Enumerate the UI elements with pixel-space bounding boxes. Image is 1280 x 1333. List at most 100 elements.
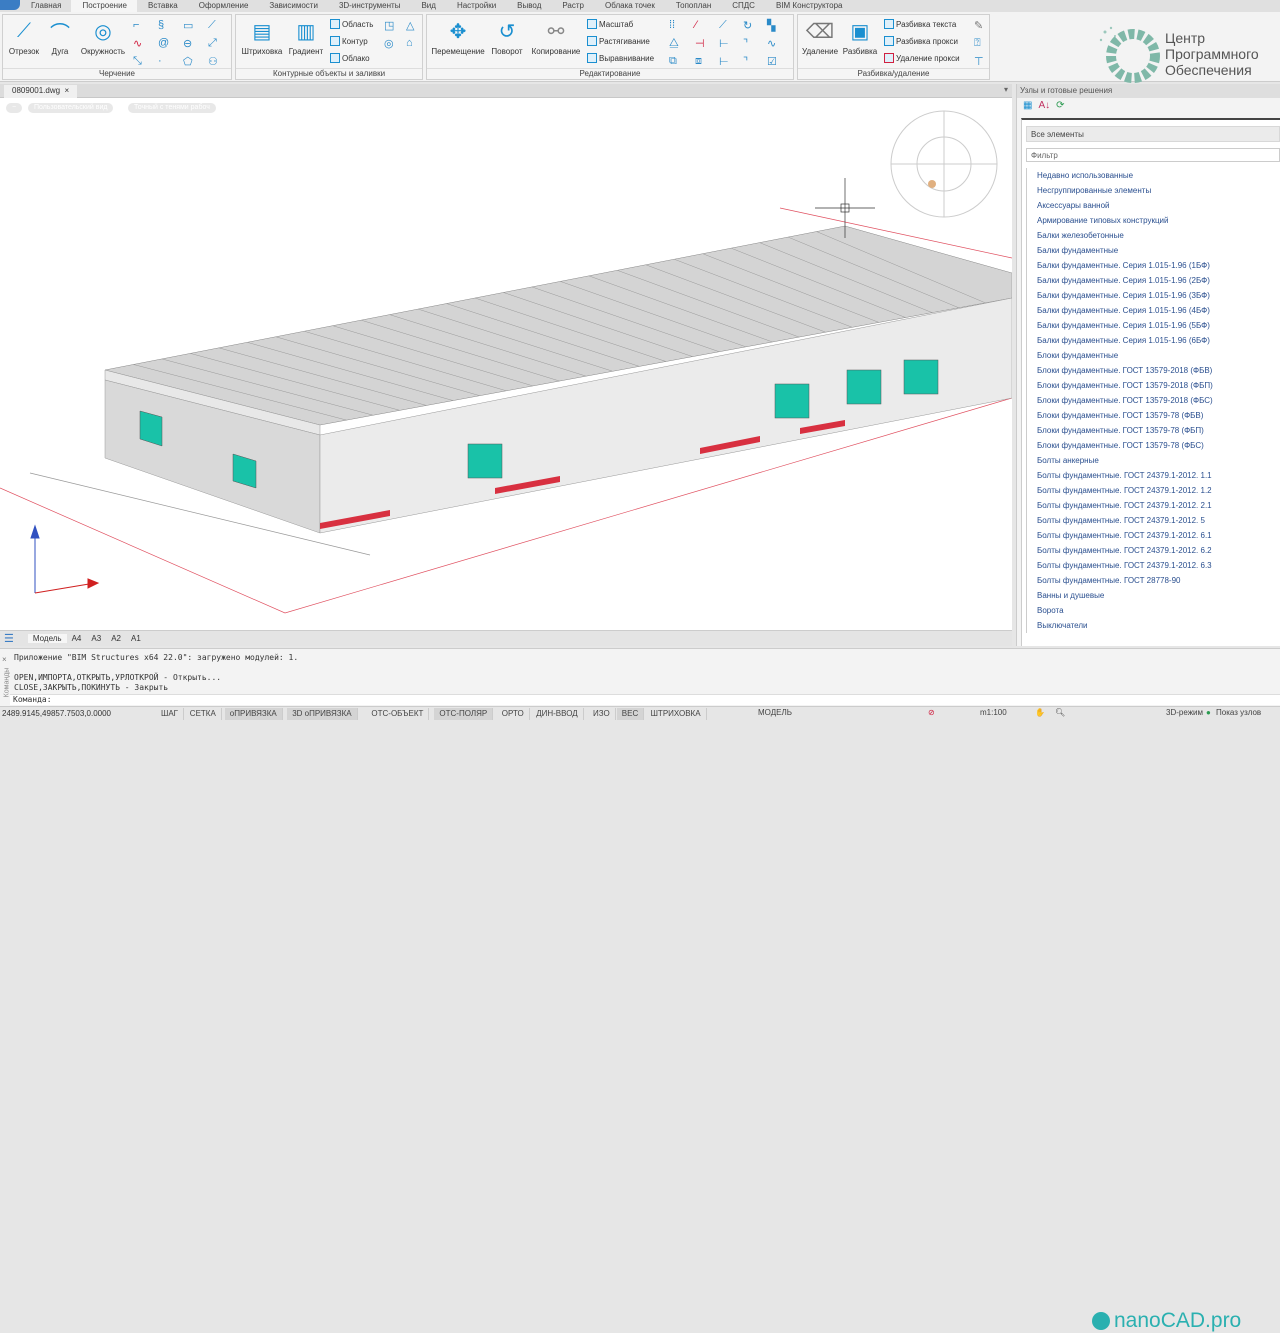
view-selector[interactable]: Пользовательский вид (28, 103, 114, 113)
list-item[interactable]: Блоки фундаментные. ГОСТ 13579-2018 (ФБВ… (1037, 363, 1280, 378)
ray-icon[interactable]: ⟋ (208, 19, 216, 32)
triangle-icon[interactable]: △ (406, 19, 414, 32)
tab-settings[interactable]: Настройки (446, 0, 506, 12)
list-item[interactable]: Болты фундаментные. ГОСТ 24379.1-2012. 6… (1037, 543, 1280, 558)
donut-icon[interactable]: ◎ (384, 37, 394, 50)
point-icon[interactable]: · (158, 55, 162, 67)
list-item[interactable]: Балки фундаментные (1037, 243, 1280, 258)
segment-button[interactable]: ⟋ Отрезок (7, 19, 41, 57)
list-item[interactable]: Балки фундаментные. Серия 1.015-1.96 (2Б… (1037, 273, 1280, 288)
list-item[interactable]: Блоки фундаментные. ГОСТ 13579-78 (ФБС) (1037, 438, 1280, 453)
filter-input[interactable]: Фильтр (1026, 148, 1280, 162)
mirror-icon[interactable]: ⧋ (669, 37, 679, 50)
grid-view-icon[interactable]: ▦ (1023, 100, 1032, 112)
pan-icon[interactable]: ✋ (1035, 708, 1045, 717)
status-toggle-1[interactable]: СЕТКА (185, 708, 222, 720)
list-item[interactable]: Ванны и душевые (1037, 588, 1280, 603)
sort-az-icon[interactable]: A↓ (1038, 100, 1050, 112)
tab-a1[interactable]: A1 (126, 634, 146, 643)
document-tab[interactable]: 0809001.dwg × (4, 85, 78, 98)
drawing-viewport[interactable]: − Пользовательский вид Точный с тенями р… (0, 98, 1012, 630)
delete-button[interactable]: ⌫ Удаление (800, 19, 840, 57)
status-toggle-0[interactable]: ШАГ (156, 708, 184, 720)
chamfer-icon[interactable]: ⊢ (719, 55, 729, 68)
zoom-icon[interactable]: 🔍︎ (1055, 708, 1065, 717)
list-item[interactable]: Болты фундаментные. ГОСТ 24379.1-2012. 5 (1037, 513, 1280, 528)
status-toggle-10[interactable]: ШТРИХОВКА (646, 708, 707, 720)
contour-button[interactable]: Контур (330, 36, 368, 46)
tab-constraints[interactable]: Зависимости (258, 0, 328, 12)
tab-format[interactable]: Оформление (188, 0, 259, 12)
list-item[interactable]: Выключатели (1037, 618, 1280, 633)
viewport-menu[interactable]: − (6, 103, 23, 113)
delete-proxy-button[interactable]: Удаление прокси (884, 53, 960, 63)
tab-model[interactable]: Модель (27, 634, 67, 643)
circle-button[interactable]: ◎ Окружность (77, 19, 129, 57)
cloud-button[interactable]: Облако (330, 53, 370, 63)
explode-button[interactable]: ▣ Разбивка (840, 19, 880, 57)
hatch-button[interactable]: ▤ Штриховка (240, 19, 284, 57)
tab-point-clouds[interactable]: Облака точек (594, 0, 665, 12)
list-item[interactable]: Балки фундаментные. Серия 1.015-1.96 (4Б… (1037, 303, 1280, 318)
list-item[interactable]: Балки фундаментные. Серия 1.015-1.96 (3Б… (1037, 288, 1280, 303)
spline-icon[interactable]: ∿ (133, 37, 142, 50)
rotate-button[interactable]: ↺ Поворот (487, 19, 527, 57)
polygon-icon[interactable]: ⬠ (183, 55, 193, 68)
status-toggle-5[interactable]: ОТС-ПОЛЯР (434, 708, 494, 720)
status-toggle-9[interactable]: ВЕС (616, 708, 645, 720)
tab-view[interactable]: Вид (410, 0, 445, 12)
list-item[interactable]: Болты фундаментные. ГОСТ 24379.1-2012. 2… (1037, 498, 1280, 513)
tab-bim[interactable]: BIM Конструктора (765, 0, 853, 12)
ellipse-icon[interactable]: ⊖ (183, 37, 192, 50)
join-icon[interactable]: ⧈ (695, 55, 702, 68)
polyline-icon[interactable]: ⌐ (133, 19, 139, 31)
status-toggle-4[interactable]: ОТС-ОБЪЕКТ (366, 708, 430, 720)
annotation-scale[interactable]: m1:100 (980, 708, 1007, 717)
tab-build[interactable]: Построение (71, 0, 137, 12)
list-item[interactable]: Аксессуары ванной (1037, 198, 1280, 213)
tabs-dropdown-icon[interactable]: ▾ (1004, 85, 1008, 94)
brush-icon[interactable]: ✎ (974, 19, 983, 32)
scale-button[interactable]: Масштаб (587, 19, 633, 29)
no-entry-icon[interactable]: ⊘ (928, 708, 935, 717)
tab-a4[interactable]: A4 (67, 634, 87, 643)
visual-style-selector[interactable]: Точный с тенями рабоч (128, 103, 216, 113)
list-item[interactable]: Блоки фундаментные. ГОСТ 13579-2018 (ФБС… (1037, 393, 1280, 408)
tab-insert[interactable]: Вставка (137, 0, 188, 12)
copy-button[interactable]: ⚯ Копирование (527, 19, 585, 57)
3d-mode-toggle[interactable]: 3D-режим (1166, 708, 1203, 717)
break-icon[interactable]: ⊣ (695, 37, 705, 50)
edit-icon[interactable]: ☑ (767, 55, 777, 68)
stretch-button[interactable]: Растягивание (587, 36, 650, 46)
xline-icon[interactable]: ⤢ (208, 37, 217, 50)
list-item[interactable]: Армирование типовых конструкций (1037, 213, 1280, 228)
insert-icon[interactable]: ⊤ (974, 55, 984, 68)
close-command-icon[interactable]: × (2, 655, 7, 664)
undo-icon[interactable]: ↻ (743, 19, 752, 32)
list-item[interactable]: Балки фундаментные. Серия 1.015-1.96 (5Б… (1037, 318, 1280, 333)
explode-proxy-button[interactable]: Разбивка прокси (884, 36, 958, 46)
refresh-icon[interactable]: ⟳ (1056, 100, 1064, 112)
list-item[interactable]: Балки железобетонные (1037, 228, 1280, 243)
list-item[interactable]: Балки фундаментные. Серия 1.015-1.96 (6Б… (1037, 333, 1280, 348)
layouts-menu-icon[interactable]: ☰ (0, 632, 28, 645)
explode-text-button[interactable]: Разбивка текста (884, 19, 956, 29)
spiral-icon[interactable]: § (158, 19, 164, 31)
status-toggle-6[interactable]: ОРТО (497, 708, 530, 720)
app-menu-button[interactable] (0, 0, 20, 10)
status-toggle-2[interactable]: оПРИВЯЗКА (224, 708, 283, 720)
tab-3d-tools[interactable]: 3D-инструменты (328, 0, 411, 12)
extend-icon[interactable]: ⟋ (719, 19, 727, 32)
list-item[interactable]: Блоки фундаментные (1037, 348, 1280, 363)
list-item[interactable]: Блоки фундаментные. ГОСТ 13579-2018 (ФБП… (1037, 378, 1280, 393)
list-item[interactable]: Недавно использованные (1037, 168, 1280, 183)
list-item[interactable]: Ворота (1037, 603, 1280, 618)
region-button[interactable]: Область (330, 19, 373, 29)
status-toggle-8[interactable]: ИЗО (588, 708, 616, 720)
list-item[interactable]: Болты фундаментные. ГОСТ 28778-90 (1037, 573, 1280, 588)
all-elements-selector[interactable]: Все элементы (1026, 126, 1280, 142)
tab-a3[interactable]: A3 (86, 634, 106, 643)
wipeout-icon[interactable]: ◳ (384, 19, 394, 32)
tab-spds[interactable]: СПДС (721, 0, 765, 12)
viewcube-compass[interactable] (890, 110, 998, 218)
